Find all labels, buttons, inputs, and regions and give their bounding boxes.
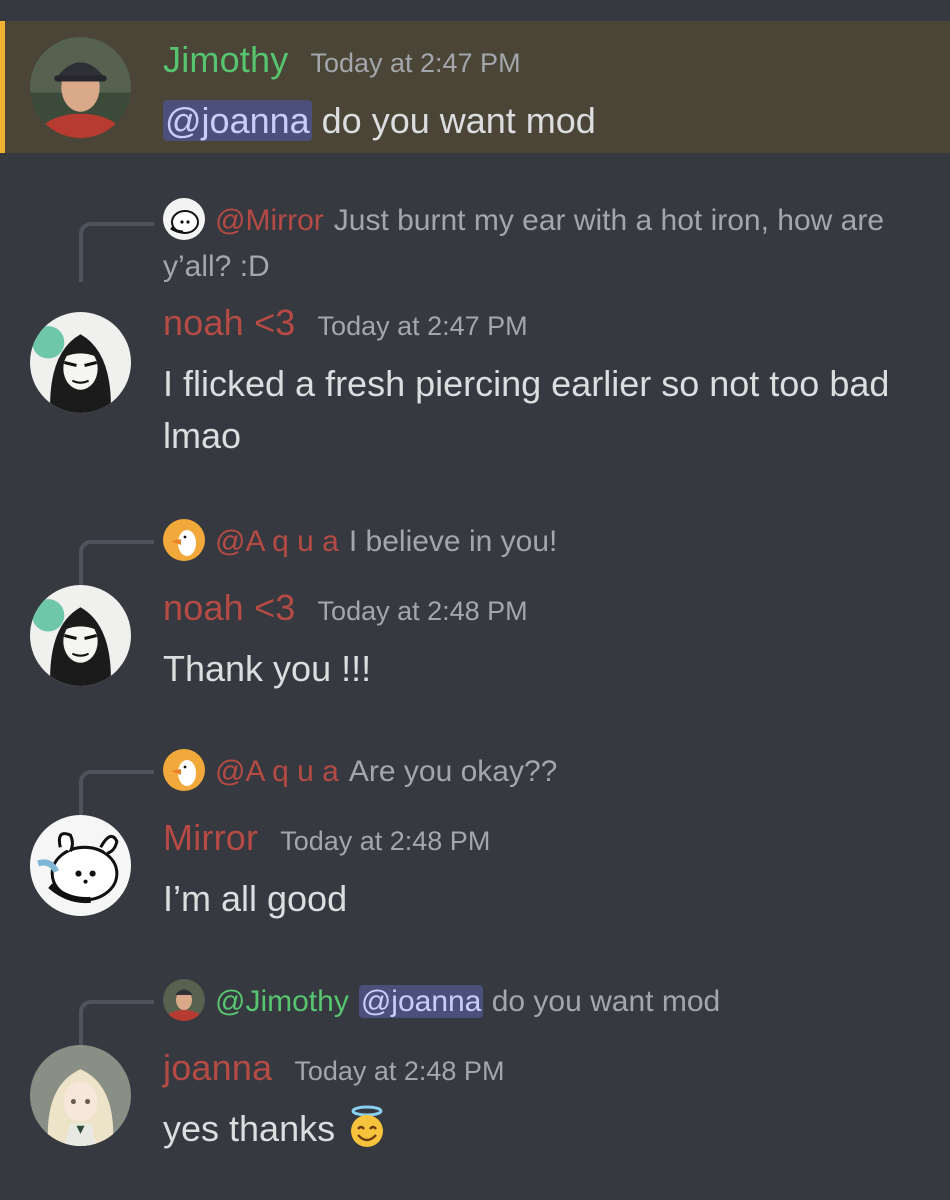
avatar[interactable]	[30, 585, 131, 686]
timestamp: Today at 2:48 PM	[317, 596, 528, 626]
aqua-avatar-icon	[163, 519, 205, 561]
message-jimothy[interactable]: Jimothy Today at 2:47 PM @joanna do you …	[0, 21, 950, 153]
reply-spine	[79, 222, 154, 282]
reply-spine	[79, 540, 154, 592]
message-content: @joanna do you want mod	[163, 95, 903, 147]
message-text: yes thanks	[163, 1108, 346, 1149]
reply-spine	[79, 1000, 154, 1052]
timestamp: Today at 2:48 PM	[294, 1056, 505, 1086]
aqua-avatar-icon	[163, 749, 205, 791]
author-name[interactable]: Jimothy	[163, 39, 288, 81]
message-mirror[interactable]: @A q u a Are you okay?? Mirror Today at 2…	[0, 735, 950, 935]
reply-text: do you want mod	[483, 985, 721, 1018]
reply-author[interactable]: @Jimothy	[215, 985, 349, 1018]
author-name[interactable]: noah <3	[163, 302, 296, 344]
reply-text: Are you okay??	[348, 755, 558, 788]
message-joanna[interactable]: @Jimothy @joanna do you want mod joanna T…	[0, 965, 950, 1165]
author-name[interactable]: noah <3	[163, 587, 296, 629]
avatar[interactable]	[30, 312, 131, 413]
message-content: yes thanks	[163, 1103, 903, 1155]
message-text: I flicked a fresh piercing earlier so no…	[163, 363, 890, 456]
reply-reference[interactable]: @Jimothy @joanna do you want mod	[163, 979, 903, 1025]
avatar[interactable]	[30, 1045, 131, 1146]
message-text: I’m all good	[163, 878, 348, 919]
message-noah-1[interactable]: @Mirror Just burnt my ear with a hot iron…	[0, 190, 950, 480]
reply-reference[interactable]: @Mirror Just burnt my ear with a hot iron…	[163, 198, 903, 290]
avatar[interactable]	[30, 37, 131, 138]
author-name[interactable]: Mirror	[163, 817, 258, 859]
smiling-face-with-halo-icon	[351, 1105, 384, 1147]
jimothy-avatar-icon	[163, 979, 205, 1021]
message-text: Thank you !!!	[163, 648, 372, 689]
reply-reference[interactable]: @A q u a I believe in you!	[163, 519, 903, 565]
message-text: do you want mod	[311, 100, 596, 141]
reply-spine	[79, 770, 154, 822]
message-noah-2[interactable]: @A q u a I believe in you! noah <3 Today …	[0, 505, 950, 705]
mirror-avatar-icon	[163, 198, 205, 240]
reply-author[interactable]: @Mirror	[215, 204, 324, 237]
timestamp: Today at 2:47 PM	[310, 48, 521, 78]
user-mention[interactable]: @joanna	[358, 985, 484, 1018]
author-name[interactable]: joanna	[163, 1047, 272, 1089]
user-mention[interactable]: @joanna	[163, 100, 312, 141]
reply-reference[interactable]: @A q u a Are you okay??	[163, 749, 903, 795]
reply-text: I believe in you!	[348, 525, 558, 558]
reply-author[interactable]: @A q u a	[215, 755, 339, 788]
avatar[interactable]	[30, 815, 131, 916]
timestamp: Today at 2:48 PM	[280, 826, 491, 856]
timestamp: Today at 2:47 PM	[317, 311, 528, 341]
reply-author[interactable]: @A q u a	[215, 525, 339, 558]
chat-channel: Jimothy Today at 2:47 PM @joanna do you …	[0, 0, 950, 1200]
